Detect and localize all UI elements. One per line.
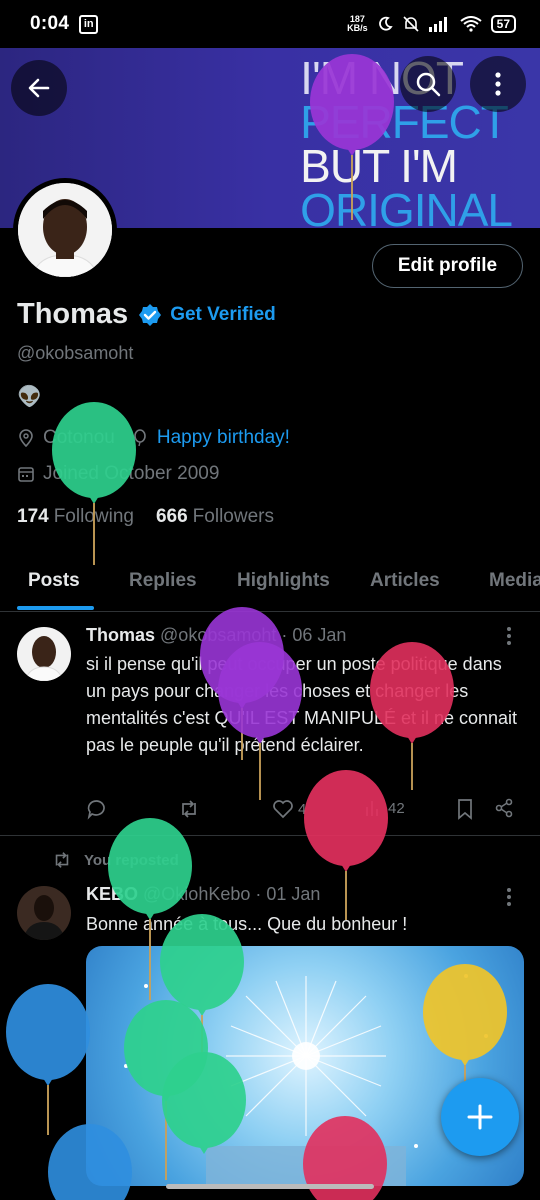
followers-label: Followers (192, 506, 274, 527)
following-label: Following (53, 506, 134, 527)
tab-articles[interactable]: Articles (370, 556, 440, 606)
back-button[interactable] (11, 60, 67, 116)
banner-line: BUT I'M (300, 140, 458, 192)
battery-icon: 57 (490, 15, 516, 33)
repost-label: You reposted (84, 851, 179, 869)
mute-icon (403, 16, 419, 32)
heart-icon (273, 800, 293, 819)
balloon (6, 984, 90, 1135)
search-button[interactable] (400, 56, 456, 112)
followers-count: 666 (155, 506, 188, 527)
linkedin-icon: in (79, 14, 99, 34)
tab-posts[interactable]: Posts (28, 556, 80, 606)
birthday-link[interactable]: Happy birthday! (157, 427, 290, 449)
active-tab-indicator (17, 606, 94, 610)
repost-indicator: You reposted (52, 850, 179, 870)
post-date[interactable]: · 06 Jan (281, 625, 346, 645)
share-button[interactable] (494, 798, 514, 818)
repost-icon (55, 852, 69, 868)
repost-icon (182, 800, 196, 818)
wifi-icon (460, 16, 482, 32)
avatar-photo (18, 183, 112, 277)
post-header: KEBO @OkiohKebo · 01 Jan (86, 884, 320, 905)
reply-icon (87, 800, 105, 820)
compose-button[interactable] (441, 1078, 519, 1156)
banner-line: ORIGINAL (300, 184, 513, 228)
follow-stats: 174 Following 666 Followers (17, 506, 274, 528)
status-icons: 187 KB/s 57 (347, 15, 516, 33)
repost-button[interactable] (178, 798, 200, 820)
tab-highlights[interactable]: Highlights (237, 556, 330, 606)
status-time: 0:04 (30, 13, 70, 34)
search-icon (416, 72, 441, 97)
get-verified-link[interactable]: Get Verified (170, 304, 276, 326)
bookmark-icon (458, 799, 472, 820)
post-more-button[interactable] (506, 887, 512, 912)
followers-link[interactable]: 666 Followers (156, 506, 274, 528)
post-actions: 4 42 (86, 798, 516, 824)
like-button[interactable]: 4 (272, 798, 306, 820)
reply-button[interactable] (86, 798, 108, 820)
views-icon (366, 801, 378, 816)
post-header: Thomas @okobsamoht · 06 Jan (86, 625, 346, 646)
banner-line: PERFECT (300, 96, 509, 148)
bio-emoji: 👽 (17, 386, 42, 408)
network-speed: 187 KB/s (347, 15, 368, 33)
edit-profile-button[interactable]: Edit profile (372, 244, 523, 288)
joined-text: Joined October 2009 (43, 463, 220, 484)
view-count: 42 (388, 799, 405, 817)
plus-icon (467, 1104, 493, 1130)
post-more-button[interactable] (506, 626, 512, 651)
profile-name: Thomas (17, 298, 129, 330)
more-vertical-icon (507, 888, 511, 906)
post-author-avatar[interactable] (17, 886, 71, 940)
following-link[interactable]: 174 Following (17, 506, 134, 528)
signal-icon (428, 17, 447, 32)
post-text: Bonne année à tous... Que du bonheur ! (86, 914, 408, 934)
post-author-handle[interactable]: @okobsamoht (160, 625, 276, 645)
profile-handle: @okobsamoht (17, 343, 134, 363)
share-icon (495, 798, 513, 818)
gesture-bar[interactable] (166, 1184, 374, 1189)
tab-replies[interactable]: Replies (129, 556, 197, 606)
bookmark-button[interactable] (456, 798, 474, 820)
post-date[interactable]: · 01 Jan (255, 884, 320, 904)
more-vertical-icon (507, 627, 511, 645)
post-author-name[interactable]: KEBO (86, 884, 138, 904)
location-text: Cotonou (43, 427, 115, 448)
name-row: Thomas Get Verified (17, 298, 276, 331)
profile-tabs: Posts Replies Highlights Articles Media (0, 556, 540, 612)
location-pin-icon (19, 429, 33, 447)
tab-media[interactable]: Media (489, 556, 540, 606)
back-arrow-icon (28, 78, 50, 98)
post-author-name[interactable]: Thomas (86, 625, 155, 645)
views-button[interactable]: 42 (364, 798, 405, 818)
following-count: 174 (17, 506, 49, 527)
post-author-avatar[interactable] (17, 627, 71, 681)
balloon-icon (134, 429, 146, 447)
network-speed-unit: KB/s (347, 23, 368, 33)
like-count: 4 (298, 800, 307, 818)
location-row: Cotonou Happy birthday! (17, 427, 290, 449)
calendar-icon (18, 467, 34, 482)
more-vertical-icon (495, 72, 501, 96)
moon-icon (378, 16, 393, 31)
post-text: si il pense qu'il peut occuper un poste … (86, 654, 518, 755)
verified-badge-icon[interactable] (138, 303, 162, 327)
profile-avatar[interactable] (13, 178, 117, 282)
post-divider (0, 835, 540, 836)
more-options-button[interactable] (470, 56, 526, 112)
joined-row: Joined October 2009 (17, 463, 219, 485)
post-author-handle[interactable]: @OkiohKebo (143, 884, 250, 904)
status-bar: 0:04 in 187 KB/s 57 (0, 0, 540, 48)
